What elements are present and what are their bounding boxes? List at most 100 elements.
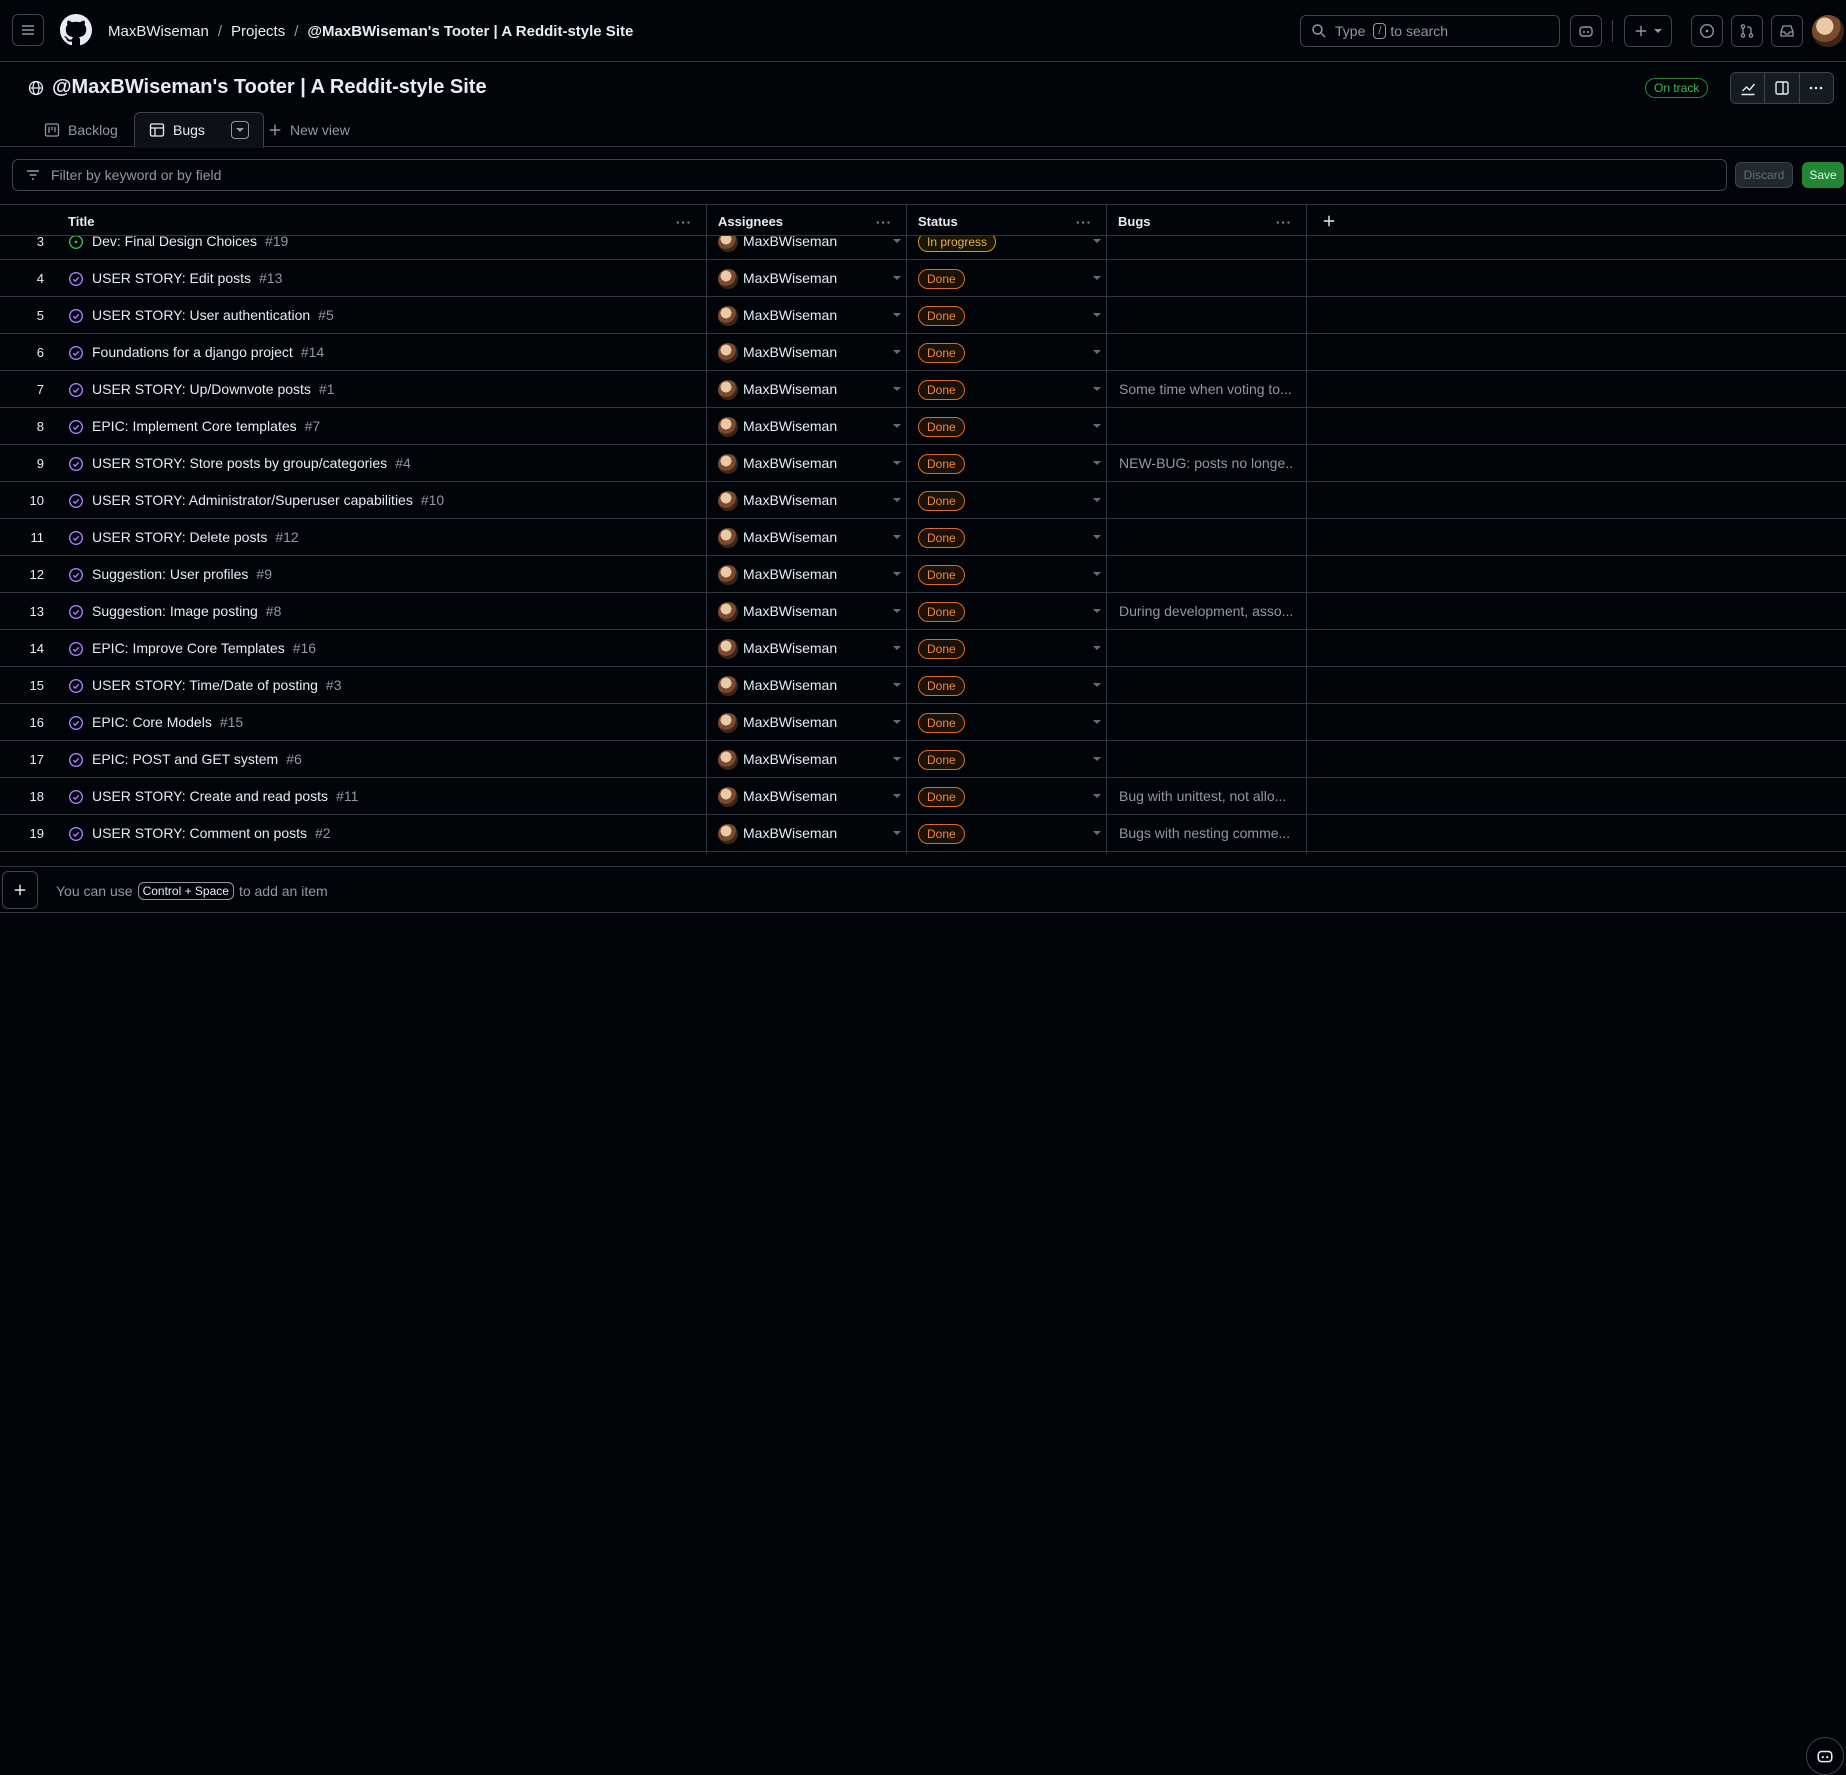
assignee-name[interactable]: MaxBWiseman: [743, 704, 837, 741]
issue-title-text[interactable]: Foundations for a django project: [92, 344, 293, 360]
breadcrumb-owner[interactable]: MaxBWiseman: [108, 23, 209, 40]
status-dropdown-icon[interactable]: [1093, 350, 1101, 354]
bug-text[interactable]: [1119, 334, 1294, 371]
table-row[interactable]: 14 EPIC: Improve Core Templates #16 MaxBWis…: [0, 630, 1846, 667]
new-view-button[interactable]: New view: [268, 112, 350, 147]
table-row[interactable]: 3 Dev: Final Design Choices #19 MaxBWiseman…: [0, 236, 1846, 260]
table-row[interactable]: 16 EPIC: Core Models #15 MaxBWiseman Done: [0, 704, 1846, 741]
status-badge[interactable]: Done: [918, 491, 965, 511]
assignee-dropdown-icon[interactable]: [893, 831, 901, 835]
more-options-button[interactable]: [1800, 73, 1833, 103]
assignee-name[interactable]: MaxBWiseman: [743, 334, 837, 371]
issue-title[interactable]: USER STORY: Delete posts #12: [92, 519, 299, 556]
status-dropdown-icon[interactable]: [1093, 683, 1101, 687]
status-badge[interactable]: Done: [918, 824, 965, 844]
table-row[interactable]: 18 USER STORY: Create and read posts #11 Ma…: [0, 778, 1846, 815]
issue-title-text[interactable]: EPIC: Core Models: [92, 714, 212, 730]
issue-title-text[interactable]: USER STORY: User authentication: [92, 307, 310, 323]
table-row[interactable]: 9 USER STORY: Store posts by group/catego…: [0, 445, 1846, 482]
bug-text[interactable]: [1119, 482, 1294, 519]
tab-backlog[interactable]: Backlog: [44, 112, 118, 147]
bug-text[interactable]: [1119, 556, 1294, 593]
status-badge[interactable]: Done: [918, 713, 965, 733]
column-header-status[interactable]: Status ···: [918, 205, 1106, 237]
user-avatar[interactable]: [1812, 15, 1844, 47]
issue-title-text[interactable]: Suggestion: User profiles: [92, 566, 248, 582]
search-input[interactable]: Type / to search: [1300, 15, 1560, 47]
status-badge[interactable]: Done: [918, 269, 965, 289]
issue-title[interactable]: Suggestion: User profiles #9: [92, 556, 272, 593]
filter-input[interactable]: Filter by keyword or by field: [12, 159, 1727, 191]
issue-title[interactable]: USER STORY: Store posts by group/categor…: [92, 445, 411, 482]
assignee-dropdown-icon[interactable]: [893, 757, 901, 761]
bug-text[interactable]: Some time when voting to...: [1119, 371, 1294, 408]
table-row[interactable]: 11 USER STORY: Delete posts #12 MaxBWiseman…: [0, 519, 1846, 556]
breadcrumb-project[interactable]: @MaxBWiseman's Tooter | A Reddit-style S…: [307, 23, 633, 40]
issue-title[interactable]: USER STORY: Time/Date of posting #3: [92, 667, 342, 704]
issue-title-text[interactable]: USER STORY: Delete posts: [92, 529, 267, 545]
status-badge[interactable]: In progress: [918, 236, 997, 252]
add-item-bar[interactable]: You can use Control + Space to add an it…: [0, 866, 1846, 1775]
status-dropdown-icon[interactable]: [1093, 609, 1101, 613]
assignee-name[interactable]: MaxBWiseman: [743, 556, 837, 593]
status-dropdown-icon[interactable]: [1093, 461, 1101, 465]
issue-title[interactable]: USER STORY: Edit posts #13: [92, 260, 282, 297]
status-dropdown-icon[interactable]: [1093, 239, 1101, 243]
status-dropdown-icon[interactable]: [1093, 572, 1101, 576]
copilot-button[interactable]: [1570, 15, 1602, 47]
table-row[interactable]: 12 Suggestion: User profiles #9 MaxBWiseman…: [0, 556, 1846, 593]
status-badge[interactable]: Done: [918, 602, 965, 622]
view-options-dropdown[interactable]: [230, 121, 249, 139]
table-row[interactable]: 7 USER STORY: Up/Downvote posts #1 MaxBWise…: [0, 371, 1846, 408]
issue-title[interactable]: USER STORY: Administrator/Superuser capa…: [92, 482, 444, 519]
status-dropdown-icon[interactable]: [1093, 646, 1101, 650]
issue-title-text[interactable]: USER STORY: Up/Downvote posts: [92, 381, 311, 397]
issue-title[interactable]: Dev: Final Design Choices #19: [92, 236, 288, 260]
issue-title-text[interactable]: USER STORY: Comment on posts: [92, 825, 307, 841]
assignee-dropdown-icon[interactable]: [893, 387, 901, 391]
assignee-dropdown-icon[interactable]: [893, 535, 901, 539]
assignee-dropdown-icon[interactable]: [893, 424, 901, 428]
column-menu-icon[interactable]: ···: [1276, 215, 1292, 230]
issue-title[interactable]: USER STORY: Create and read posts #11: [92, 778, 358, 815]
table-row[interactable]: 6 Foundations for a django project #14 MaxB…: [0, 334, 1846, 371]
status-dropdown-icon[interactable]: [1093, 313, 1101, 317]
status-dropdown-icon[interactable]: [1093, 794, 1101, 798]
status-badge[interactable]: Done: [918, 787, 965, 807]
table-row[interactable]: 10 USER STORY: Administrator/Superuser ca…: [0, 482, 1846, 519]
bug-text[interactable]: Bugs with nesting comme...: [1119, 815, 1294, 852]
table-row[interactable]: 19 USER STORY: Comment on posts #2 MaxBWise…: [0, 815, 1846, 852]
issue-title-text[interactable]: EPIC: Improve Core Templates: [92, 640, 285, 656]
side-panel-button[interactable]: [1765, 73, 1800, 103]
column-menu-icon[interactable]: ···: [676, 215, 692, 230]
issue-title[interactable]: USER STORY: User authentication #5: [92, 297, 334, 334]
assignee-dropdown-icon[interactable]: [893, 609, 901, 613]
add-field-button[interactable]: [1322, 205, 1342, 237]
status-badge[interactable]: Done: [918, 343, 965, 363]
column-menu-icon[interactable]: ···: [1076, 215, 1092, 230]
assignee-name[interactable]: MaxBWiseman: [743, 297, 837, 334]
create-new-button[interactable]: [1624, 15, 1672, 47]
save-button[interactable]: Save: [1802, 162, 1844, 188]
assignee-name[interactable]: MaxBWiseman: [743, 667, 837, 704]
insights-button[interactable]: [1731, 73, 1766, 103]
bug-text[interactable]: [1119, 741, 1294, 778]
status-badge[interactable]: Done: [918, 417, 965, 437]
table-row[interactable]: 17 EPIC: POST and GET system #6 MaxBWiseman…: [0, 741, 1846, 778]
status-badge[interactable]: Done: [918, 528, 965, 548]
status-badge[interactable]: Done: [918, 639, 965, 659]
tab-bugs[interactable]: Bugs: [134, 112, 264, 148]
column-header-bugs[interactable]: Bugs ···: [1118, 205, 1306, 237]
issue-title[interactable]: EPIC: Improve Core Templates #16: [92, 630, 316, 667]
breadcrumb-projects[interactable]: Projects: [231, 23, 285, 40]
column-header-assignees[interactable]: Assignees ···: [718, 205, 906, 237]
assignee-dropdown-icon[interactable]: [893, 683, 901, 687]
assignee-name[interactable]: MaxBWiseman: [743, 630, 837, 667]
issue-title-text[interactable]: USER STORY: Create and read posts: [92, 788, 328, 804]
table-row[interactable]: 15 USER STORY: Time/Date of posting #3 MaxB…: [0, 667, 1846, 704]
column-menu-icon[interactable]: ···: [876, 215, 892, 230]
status-badge[interactable]: Done: [918, 380, 965, 400]
issue-title[interactable]: EPIC: POST and GET system #6: [92, 741, 302, 778]
status-badge[interactable]: Done: [918, 565, 965, 585]
status-dropdown-icon[interactable]: [1093, 424, 1101, 428]
